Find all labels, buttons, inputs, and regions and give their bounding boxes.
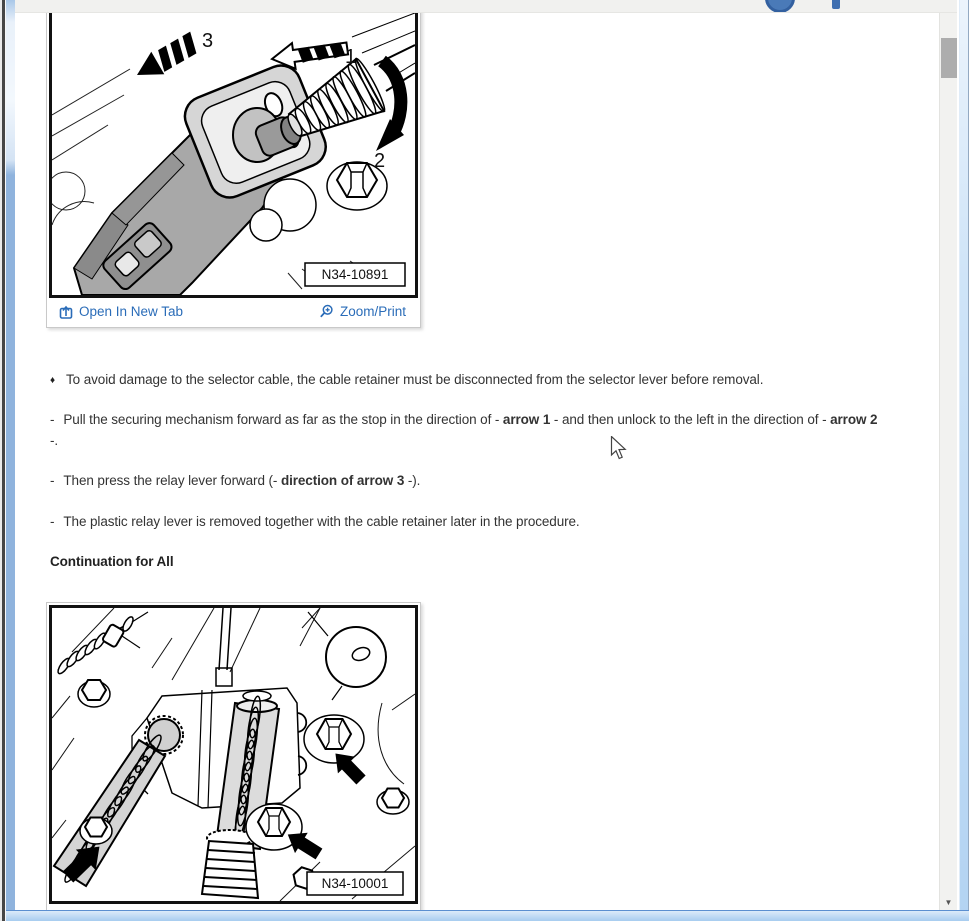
bolt-left bbox=[79, 816, 113, 845]
left-edge-blue-strip bbox=[6, 0, 15, 921]
ribbed-cap bbox=[200, 829, 260, 900]
scroll-down-arrow[interactable]: ▼ bbox=[940, 898, 957, 908]
section-heading: Continuation for All bbox=[50, 554, 174, 569]
vertical-scrollbar[interactable]: ▼ bbox=[939, 13, 957, 910]
figure-card-1: 3 1 2 N34-10891 Open In New Tab Zoom/Pri… bbox=[46, 0, 421, 328]
magnifier-plus-icon bbox=[320, 304, 333, 318]
zoom-print-link[interactable]: Zoom/Print bbox=[319, 304, 406, 319]
zoom-print-label: Zoom/Print bbox=[339, 304, 406, 319]
open-in-new-tab-icon bbox=[59, 305, 73, 319]
figure-illustration-cable-bolts: N34-10001 bbox=[52, 608, 415, 901]
figure-label-box: N34-10891 bbox=[304, 262, 406, 287]
scrollbar-thumb[interactable] bbox=[941, 38, 957, 78]
figure-frame-2: N34-10001 bbox=[49, 605, 418, 904]
browser-top-bar bbox=[6, 0, 957, 13]
open-in-new-tab-link[interactable]: Open In New Tab bbox=[59, 304, 183, 319]
step-paragraph-3: - The plastic relay lever is removed toge… bbox=[50, 514, 580, 529]
mouse-cursor-arrow bbox=[610, 435, 628, 467]
partial-toolbar-icon bbox=[832, 0, 840, 9]
figure-toolbar-1: Open In New Tab Zoom/Print bbox=[49, 298, 418, 325]
bullet-marker: ♦ bbox=[50, 375, 56, 386]
bolt-right bbox=[303, 714, 365, 764]
figure-illustration-selector-lever: 3 1 2 N34-10891 bbox=[52, 0, 415, 295]
small-bolt-top-left bbox=[77, 679, 111, 708]
callout-3: 3 bbox=[202, 30, 213, 52]
figure-card-2: N34-10001 Open In New Tab Zoom/Print bbox=[46, 602, 421, 921]
figure-label-box: N34-10001 bbox=[306, 871, 404, 896]
figure-label: N34-10891 bbox=[322, 267, 389, 282]
window-left-edge bbox=[0, 0, 15, 921]
step-paragraph-1: - Pull the securing mechanism forward as … bbox=[50, 412, 878, 448]
figure-label: N34-10001 bbox=[322, 876, 389, 891]
callout-1: 1 bbox=[345, 46, 356, 68]
window-bottom-bar bbox=[6, 910, 969, 921]
figure-frame-1: 3 1 2 N34-10891 bbox=[49, 0, 418, 298]
open-in-new-tab-label: Open In New Tab bbox=[79, 304, 184, 319]
callout-2: 2 bbox=[374, 150, 385, 172]
step-paragraph-2: - Then press the relay lever forward (- d… bbox=[50, 473, 421, 488]
note-text: To avoid damage to the selector cable, t… bbox=[66, 372, 764, 387]
note-paragraph: ♦ To avoid damage to the selector cable, … bbox=[50, 369, 934, 392]
window-right-edge bbox=[957, 0, 969, 921]
partial-toolbar-circle-icon bbox=[765, 0, 795, 12]
